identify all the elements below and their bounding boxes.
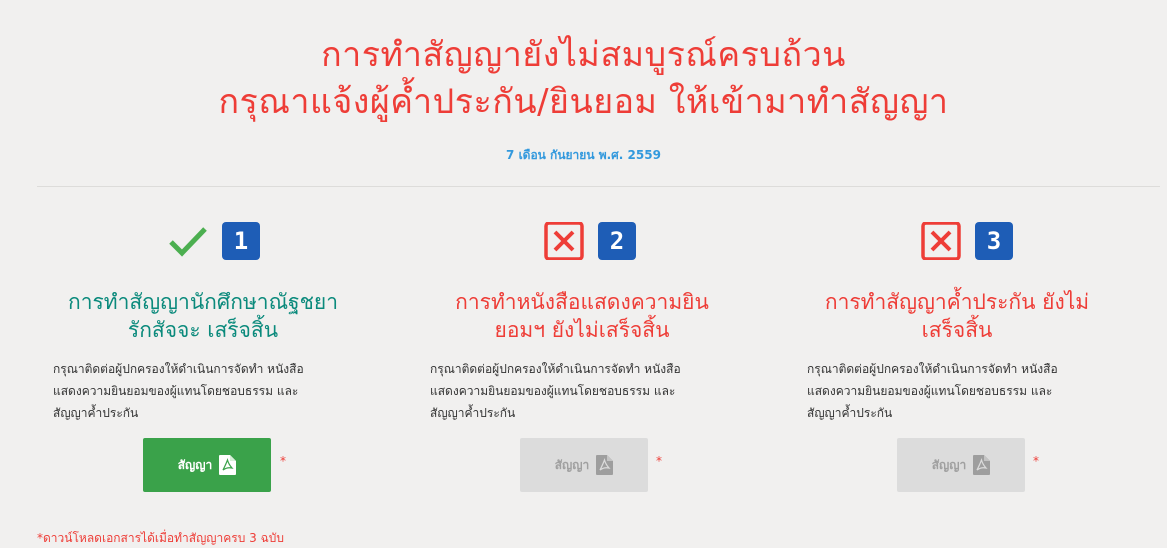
step-heading-line2: เสร็จสิ้น — [921, 318, 993, 342]
contract-download-button-label: สัญญา — [177, 457, 213, 472]
x-box-icon — [921, 222, 961, 260]
header-divider — [37, 186, 1160, 187]
download-footnote: *ดาวน์โหลดเอกสารได้เมื่อทำสัญญาครบ 3 ฉบั… — [37, 531, 285, 545]
contract-download-button[interactable]: สัญญา — [143, 438, 271, 492]
step-description-line3: สัญญาค้ำประกัน — [807, 406, 893, 420]
contract-download-button-label: สัญญา — [931, 457, 967, 472]
pdf-file-icon — [596, 455, 614, 475]
contract-download-button-disabled: สัญญา — [897, 438, 1025, 492]
step-description-line1: กรุณาติดต่อผู้ปกครองให้ดำเนินการจัดทำ หน… — [430, 362, 681, 376]
step-number-badge: 3 — [975, 222, 1013, 260]
step-heading-line1: การทำสัญญานักศึกษาณัฐชยา — [68, 290, 338, 314]
x-box-icon — [544, 222, 584, 260]
check-icon — [169, 227, 207, 257]
contract-download-button-disabled: สัญญา — [520, 438, 648, 492]
contract-date: 7 เดือน กันยายน พ.ศ. 2559 — [506, 148, 661, 162]
step-description: กรุณาติดต่อผู้ปกครองให้ดำเนินการจัดทำ หน… — [53, 358, 363, 424]
page-title-line2: กรุณาแจ้งผู้ค้ำประกัน/ยินยอม ให้เข้ามาทำ… — [218, 82, 949, 122]
step-heading-line1: การทำหนังสือแสดงความยิน — [455, 290, 709, 314]
step-description-line1: กรุณาติดต่อผู้ปกครองให้ดำเนินการจัดทำ หน… — [53, 362, 304, 376]
step-icons: 1 — [53, 220, 353, 260]
contract-download-button-label: สัญญา — [554, 457, 590, 472]
pdf-file-icon — [219, 455, 237, 475]
page-title: การทำสัญญายังไม่สมบูรณ์ครบถ้วน กรุณาแจ้ง… — [0, 32, 1167, 126]
pdf-file-icon — [973, 455, 991, 475]
step-heading: การทำสัญญานักศึกษาณัฐชยา รักสัจจะ เสร็จส… — [53, 288, 353, 344]
step-heading-line1: การทำสัญญาค้ำประกัน ยังไม่ — [824, 290, 1090, 314]
step-number-badge: 2 — [598, 222, 636, 260]
step-description: กรุณาติดต่อผู้ปกครองให้ดำเนินการจัดทำ หน… — [807, 358, 1117, 424]
step-heading: การทำหนังสือแสดงความยิน ยอมฯ ยังไม่เสร็จ… — [432, 288, 732, 344]
step-description-line3: สัญญาค้ำประกัน — [430, 406, 516, 420]
required-asterisk: * — [280, 454, 286, 468]
required-asterisk: * — [1033, 454, 1039, 468]
step-description: กรุณาติดต่อผู้ปกครองให้ดำเนินการจัดทำ หน… — [430, 358, 740, 424]
step-number-badge: 1 — [222, 222, 260, 260]
step-icons: 3 — [807, 220, 1107, 260]
step-heading: การทำสัญญาค้ำประกัน ยังไม่ เสร็จสิ้น — [807, 288, 1107, 344]
step-heading-line2: ยอมฯ ยังไม่เสร็จสิ้น — [494, 318, 670, 342]
required-asterisk: * — [656, 454, 662, 468]
step-description-line2: แสดงความยินยอมของผู้แทนโดยชอบธรรม และ — [53, 384, 299, 398]
step-description-line1: กรุณาติดต่อผู้ปกครองให้ดำเนินการจัดทำ หน… — [807, 362, 1058, 376]
step-description-line3: สัญญาค้ำประกัน — [53, 406, 139, 420]
page-title-line1: การทำสัญญายังไม่สมบูรณ์ครบถ้วน — [321, 35, 846, 75]
step-description-line2: แสดงความยินยอมของผู้แทนโดยชอบธรรม และ — [430, 384, 676, 398]
step-description-line2: แสดงความยินยอมของผู้แทนโดยชอบธรรม และ — [807, 384, 1053, 398]
step-icons: 2 — [430, 220, 730, 260]
step-heading-line2: รักสัจจะ เสร็จสิ้น — [127, 318, 279, 342]
